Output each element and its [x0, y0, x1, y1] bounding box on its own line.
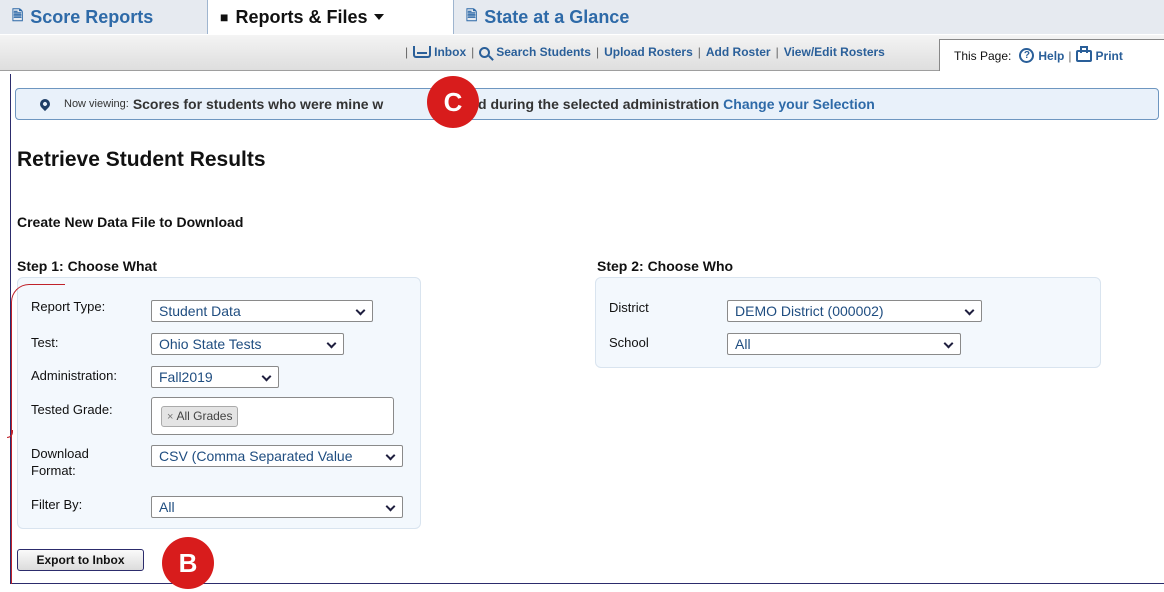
now-viewing-prefix: Now viewing:	[64, 98, 129, 110]
school-value: All	[735, 336, 751, 352]
download-format-select[interactable]: CSV (Comma Separated Value	[151, 445, 403, 467]
tab-score-reports-label: Score Reports	[30, 6, 154, 27]
inbox-link[interactable]: Inbox	[413, 45, 466, 59]
grade-chip-label: All Grades	[176, 409, 233, 423]
help-link[interactable]: ? Help	[1019, 48, 1064, 63]
callout-b-badge: B	[162, 537, 214, 589]
main-content: Now viewing: Scores for students who wer…	[7, 74, 1164, 584]
top-tab-bar: 🗎 Score Reports ■ Reports & Files 🗎 Stat…	[0, 0, 1164, 34]
this-page-panel: This Page: ? Help | Print	[939, 39, 1164, 71]
separator: |	[1068, 48, 1072, 63]
administration-value: Fall2019	[159, 369, 213, 385]
now-viewing-bar: Now viewing: Scores for students who wer…	[15, 88, 1159, 120]
grade-chip[interactable]: × All Grades	[161, 406, 239, 427]
tab-reports-files[interactable]: ■ Reports & Files	[208, 0, 454, 34]
callout-c-badge: C	[427, 76, 479, 128]
upload-rosters-link[interactable]: Upload Rosters	[604, 45, 693, 59]
view-edit-rosters-link[interactable]: View/Edit Rosters	[784, 45, 885, 59]
district-select[interactable]: DEMO District (000002)	[727, 300, 982, 322]
this-page-label: This Page:	[954, 48, 1012, 63]
step2-panel: District DEMO District (000002) School A…	[595, 277, 1101, 368]
filter-by-select[interactable]: All	[151, 496, 403, 518]
school-select[interactable]: All	[727, 333, 961, 355]
print-link[interactable]: Print	[1075, 45, 1123, 63]
report-type-value: Student Data	[159, 303, 241, 319]
separator: |	[697, 45, 701, 59]
print-icon	[1075, 45, 1092, 62]
now-viewing-description-tail: tested during the selected administratio…	[445, 96, 720, 112]
download-format-value: CSV (Comma Separated Value	[159, 448, 353, 464]
report-icon: 🗎	[466, 7, 478, 23]
tab-state-at-a-glance[interactable]: 🗎 State at a Glance	[454, 0, 1164, 34]
add-roster-link[interactable]: Add Roster	[706, 45, 771, 59]
inbox-label: Inbox	[434, 45, 467, 59]
report-icon: 🗎	[12, 7, 24, 23]
chevron-down-icon	[373, 14, 384, 20]
separator: |	[595, 45, 600, 59]
remove-chip-icon[interactable]: ×	[167, 411, 173, 423]
search-students-link[interactable]: Search Students	[479, 45, 591, 59]
toolbar-links: | Inbox | Search Students | Upload Roste…	[400, 45, 885, 59]
help-icon: ?	[1019, 48, 1035, 63]
inbox-icon	[413, 46, 432, 58]
separator: |	[471, 45, 475, 59]
district-label: District	[609, 300, 649, 315]
section-title: Create New Data File to Download	[17, 214, 244, 230]
tab-score-reports[interactable]: 🗎 Score Reports	[0, 0, 208, 34]
page-title: Retrieve Student Results	[17, 148, 266, 171]
step1-panel: Report Type: Student Data Test: Ohio Sta…	[17, 277, 421, 529]
utility-toolbar: | Inbox | Search Students | Upload Roste…	[0, 35, 1164, 71]
separator: |	[775, 45, 779, 59]
district-value: DEMO District (000002)	[735, 303, 884, 319]
report-type-select[interactable]: Student Data	[151, 300, 373, 322]
change-selection-link[interactable]: Change your Selection	[723, 96, 875, 112]
briefcase-icon: ■	[220, 9, 229, 25]
print-label: Print	[1095, 48, 1123, 63]
step1-title: Step 1: Choose What	[17, 258, 158, 274]
test-select[interactable]: Ohio State Tests	[151, 333, 344, 355]
tab-state-label: State at a Glance	[484, 6, 630, 27]
now-viewing-description: Scores for students who were mine w	[132, 96, 384, 112]
administration-select[interactable]: Fall2019	[151, 366, 279, 388]
annotation-bracket	[11, 284, 65, 584]
search-students-label: Search Students	[496, 45, 591, 59]
separator: |	[405, 45, 409, 59]
test-value: Ohio State Tests	[159, 336, 262, 352]
tested-grade-multiselect[interactable]: × All Grades	[151, 397, 394, 435]
location-pin-icon	[37, 96, 53, 112]
step2-title: Step 2: Choose Who	[597, 258, 734, 274]
school-label: School	[609, 335, 649, 350]
search-icon	[479, 46, 491, 58]
tab-reports-files-label: Reports & Files	[235, 6, 368, 27]
filter-by-value: All	[159, 499, 175, 515]
help-label: Help	[1038, 48, 1065, 63]
